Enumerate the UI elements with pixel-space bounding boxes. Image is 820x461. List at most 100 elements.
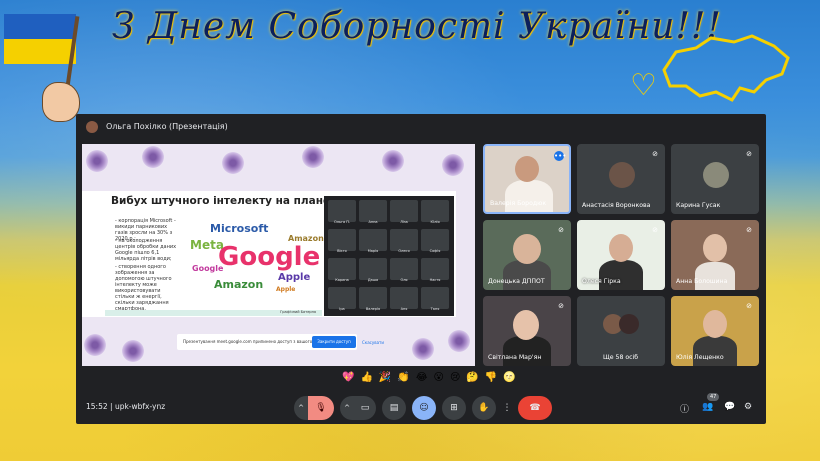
cloud-word: Apple [278, 272, 311, 283]
flower-decoration [86, 150, 108, 172]
participant-tile[interactable]: Ще 58 осіб [577, 296, 665, 366]
captions-button[interactable]: ▤ [382, 396, 406, 420]
heart-icon: ♡ [630, 68, 657, 103]
flower-decoration [142, 146, 164, 168]
participant-name: Анастасія Воронкова [582, 202, 651, 209]
mini-participant-tile [421, 258, 449, 280]
reaction-sad[interactable]: 😢 [450, 372, 466, 383]
reaction-party[interactable]: 🎉 [379, 372, 397, 383]
mini-participant-tile [359, 287, 387, 309]
participant-tile[interactable]: ⊘ Донецька ДППОТ [483, 220, 571, 290]
more-vert-icon: ⋮ [502, 403, 512, 413]
meeting-code: upk-wbfx-ynz [114, 402, 166, 411]
avatar [609, 162, 635, 188]
mic-off-icon: ⊘ [558, 302, 564, 310]
participant-tile[interactable]: ••• Валерія Бородюк [483, 144, 571, 214]
emoji-reactions-button[interactable]: ☺ [412, 396, 436, 420]
leave-call-button[interactable]: ☎ [518, 396, 552, 420]
mic-off-icon: ⊘ [558, 226, 564, 234]
reaction-thumbs-up[interactable]: 👍 [360, 372, 378, 383]
meeting-details-icon[interactable]: ⓘ [680, 402, 689, 415]
mini-participant-tile [328, 287, 356, 309]
camera-toggle-button[interactable]: ▭ [354, 396, 376, 420]
mini-participant-name: Оля [400, 278, 408, 282]
cloud-word: Google [218, 242, 321, 272]
mic-off-icon: 🎙 [315, 403, 327, 413]
mini-participant-tile [359, 258, 387, 280]
raise-hand-button[interactable]: ✋ [472, 396, 496, 420]
flower-decoration [412, 338, 434, 360]
reaction-surprised[interactable]: 😮 [434, 372, 450, 383]
mini-participant-name: Олеся [398, 249, 410, 253]
reaction-thumbs-down[interactable]: 👎 [485, 372, 503, 383]
ukraine-map-outline [662, 34, 790, 102]
reaction-bar: 💖👍🎉👏😂😮😢🤔👎🌝 [342, 372, 522, 388]
present-screen-button[interactable]: ⊞ [442, 396, 466, 420]
ukraine-flag [4, 14, 76, 64]
banner-title: З Днем Соборності України!!! [112, 6, 722, 47]
participant-face [515, 156, 539, 182]
participant-name: Анна Болошина [676, 278, 728, 285]
notice-dismiss-link[interactable]: Скасувати [362, 340, 384, 345]
notice-text: Презентування meet.google.com припинено … [183, 339, 329, 344]
reaction-moon[interactable]: 🌝 [503, 372, 521, 383]
participant-face [513, 234, 541, 264]
mini-participant-tile [359, 229, 387, 251]
participant-face [609, 234, 633, 262]
mini-participant-name: Карина [335, 278, 349, 282]
mini-participant-name: Ольга П. [334, 220, 350, 224]
mic-options-chevron-icon[interactable]: ^ [294, 396, 308, 420]
participant-tile[interactable]: ⊘ Карина Гусак [671, 144, 759, 214]
participant-name: Валерія Бородюк [490, 200, 547, 207]
presentation-header: Ольга Похілко (Презентація) [76, 114, 766, 140]
mic-off-icon: ⊘ [652, 150, 658, 158]
mini-participant-name: Настя [429, 278, 441, 282]
reaction-thinking[interactable]: 🤔 [466, 372, 484, 383]
mini-participant-name: Анна [368, 220, 378, 224]
reaction-laugh[interactable]: 😂 [416, 372, 434, 383]
mini-participant-name: Даша [367, 278, 379, 282]
participant-tile[interactable]: ⊘ Анастасія Воронкова [577, 144, 665, 214]
mini-participant-name: Аня [400, 307, 408, 311]
mini-participant-tile [390, 258, 418, 280]
participant-tile[interactable]: ⊘ Олеся Гірка [577, 220, 665, 290]
hand-icon: ✋ [478, 403, 490, 413]
stop-sharing-button[interactable]: Закрити доступ [312, 336, 356, 348]
participant-video [503, 260, 551, 290]
separator: | [110, 402, 113, 411]
hand-illustration [42, 82, 80, 122]
flower-decoration [222, 152, 244, 174]
avatar [703, 162, 729, 188]
more-options-button[interactable]: ⋮ [500, 396, 514, 420]
participant-face [703, 310, 727, 338]
mini-participant-name: Юлія [430, 220, 440, 224]
slide-footer-bar: Графічний Батерня [105, 310, 322, 316]
camera-options-chevron-icon[interactable]: ^ [340, 396, 354, 420]
mini-participant-tile [421, 287, 449, 309]
mini-participant-tile [390, 200, 418, 222]
cloud-word: Apple [276, 286, 296, 293]
speaking-indicator-icon: ••• [554, 151, 567, 161]
flower-decoration [448, 330, 470, 352]
people-icon[interactable]: 👥 [702, 402, 713, 412]
mic-off-icon: ⊘ [746, 150, 752, 158]
meet-window: Ольга Похілко (Презентація) Вибух штучно… [76, 114, 766, 424]
chat-icon[interactable]: 💬 [724, 402, 735, 412]
mini-participant-name: Софія [429, 249, 441, 253]
participant-count-badge: 47 [707, 393, 720, 401]
participant-tile[interactable]: ⊘ Світлана Мар'ян [483, 296, 571, 366]
participant-tile[interactable]: ⊘ Анна Болошина [671, 220, 759, 290]
flower-decoration [122, 340, 144, 362]
mini-participant-tile [390, 287, 418, 309]
activities-icon[interactable]: ⚙ [744, 402, 752, 412]
mini-participant-tile [390, 229, 418, 251]
mini-participant-tile [328, 229, 356, 251]
participant-name: Донецька ДППОТ [488, 278, 545, 285]
participant-tile[interactable]: ⊘ Юлія Лещенко [671, 296, 759, 366]
participant-video [695, 262, 735, 290]
reaction-clap[interactable]: 👏 [397, 372, 415, 383]
flower-decoration [382, 150, 404, 172]
reaction-heart[interactable]: 💖 [342, 372, 360, 383]
mic-toggle-button[interactable]: 🎙 [308, 396, 334, 420]
mini-participant-name: Валерія [365, 307, 381, 311]
